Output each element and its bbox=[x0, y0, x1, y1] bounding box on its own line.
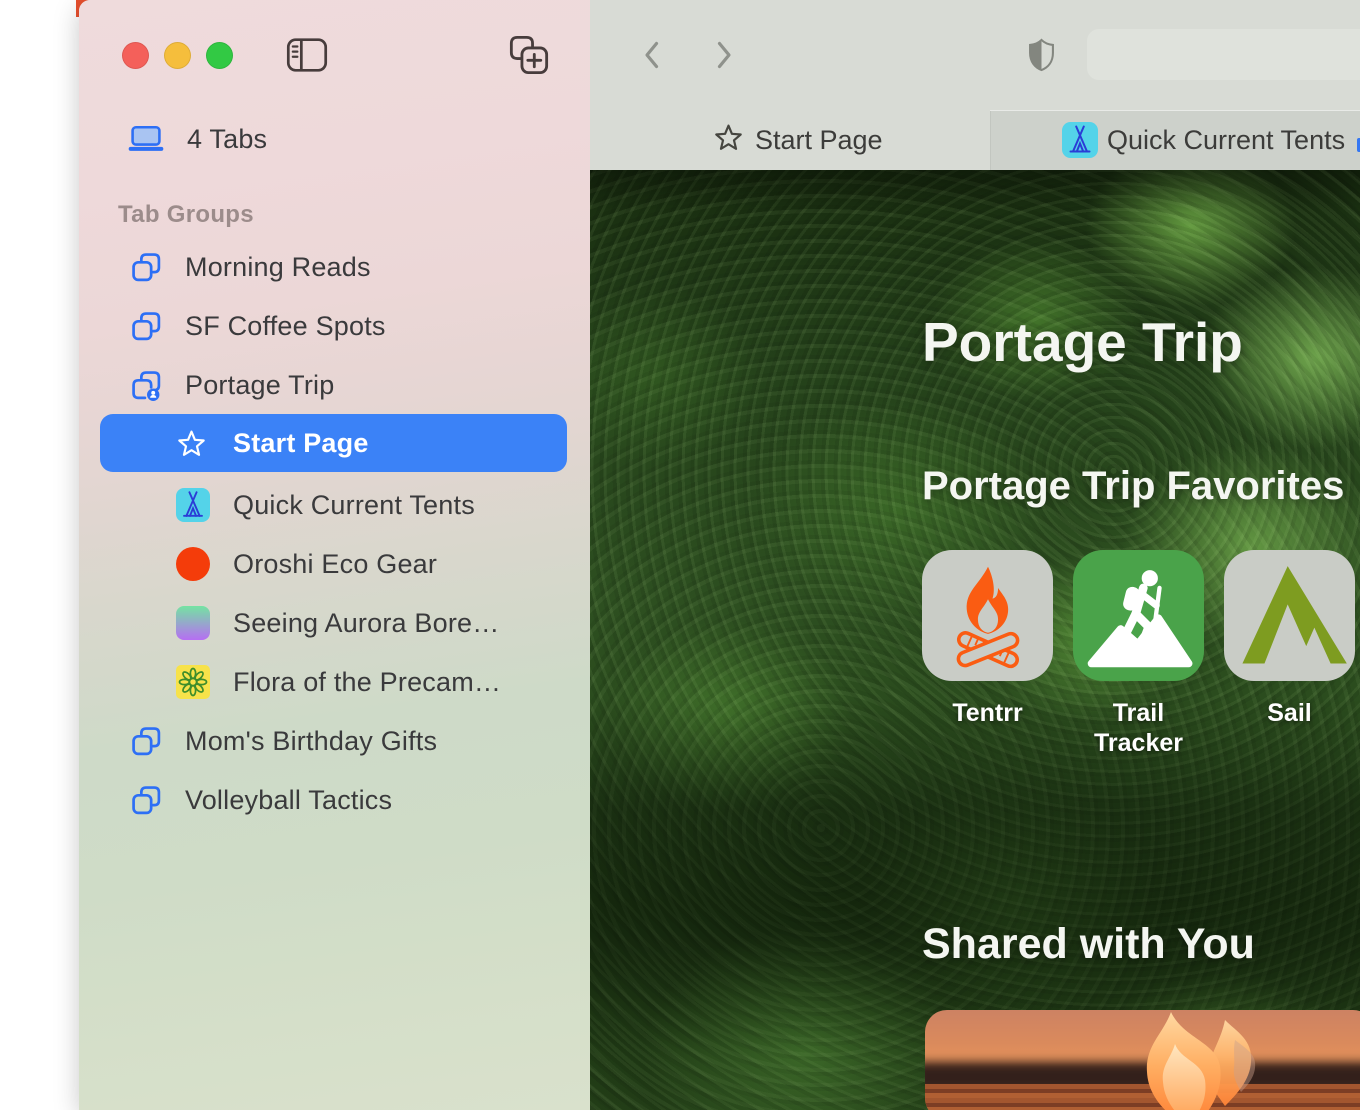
gradient-favicon bbox=[176, 606, 210, 640]
red-circle-favicon bbox=[176, 547, 210, 581]
flower-favicon bbox=[176, 665, 210, 699]
tab-bar: Start Page Quick Current Tents bbox=[590, 110, 1360, 170]
group-label: SF Coffee Spots bbox=[185, 311, 386, 342]
sidebar-item-morning-reads[interactable]: Morning Reads bbox=[79, 238, 590, 296]
tent-favicon bbox=[176, 488, 210, 522]
new-tab-group-button[interactable] bbox=[509, 35, 549, 75]
tab-start-page[interactable]: Start Page bbox=[590, 110, 990, 170]
forward-button[interactable] bbox=[709, 40, 739, 70]
sidebar-item-volleyball-tactics[interactable]: Volleyball Tactics bbox=[79, 771, 590, 829]
tent-favicon bbox=[1062, 122, 1098, 158]
back-button[interactable] bbox=[636, 40, 666, 70]
group-label: Portage Trip bbox=[185, 370, 334, 401]
chevron-right-icon bbox=[715, 40, 734, 70]
shared-tab-group-icon bbox=[131, 370, 162, 401]
start-page-content: Portage Trip Portage Trip Favorites Tent… bbox=[590, 170, 1360, 1110]
tab-label: Start Page bbox=[755, 125, 883, 156]
sidebar-item-quick-current-tents[interactable]: Quick Current Tents bbox=[79, 476, 590, 534]
favorite-tentrr[interactable] bbox=[922, 550, 1053, 681]
tab-label: Seeing Aurora Bore… bbox=[233, 608, 499, 639]
favorite-label-sail: Sail bbox=[1224, 698, 1355, 728]
toggle-sidebar-button[interactable] bbox=[286, 38, 328, 72]
tab-quick-current-tents[interactable]: Quick Current Tents bbox=[990, 110, 1360, 170]
hiker-icon bbox=[1085, 562, 1193, 670]
tab-group-icon bbox=[131, 785, 162, 816]
browser-main: Start Page Quick Current Tents Portage T… bbox=[590, 0, 1360, 1110]
group-label: Mom's Birthday Gifts bbox=[185, 726, 437, 757]
safari-window: 4 Tabs Tab Groups Morning Reads SF Coffe… bbox=[79, 0, 1360, 1110]
minimize-window-button[interactable] bbox=[164, 42, 191, 69]
group-label: Volleyball Tactics bbox=[185, 785, 392, 816]
address-bar[interactable] bbox=[1087, 29, 1360, 80]
close-window-button[interactable] bbox=[122, 42, 149, 69]
tab-groups-section-title: Tab Groups bbox=[118, 201, 254, 229]
star-icon bbox=[713, 122, 744, 153]
group-label: Morning Reads bbox=[185, 252, 371, 283]
favorite-label-trail-tracker: Trail Tracker bbox=[1073, 698, 1204, 758]
sidebar-item-moms-birthday-gifts[interactable]: Mom's Birthday Gifts bbox=[79, 712, 590, 770]
sidebar: 4 Tabs Tab Groups Morning Reads SF Coffe… bbox=[79, 0, 590, 1110]
toolbar bbox=[590, 0, 1360, 110]
star-icon bbox=[176, 428, 207, 459]
tab-label: Start Page bbox=[233, 428, 369, 459]
tab-group-icon bbox=[131, 726, 162, 757]
tab-group-icon bbox=[131, 252, 162, 283]
campfire-photo-flames bbox=[1075, 1010, 1285, 1110]
all-tabs-label: 4 Tabs bbox=[187, 124, 267, 155]
sidebar-item-flora-precambrian[interactable]: Flora of the Precam… bbox=[79, 653, 590, 711]
sidebar-item-oroshi-eco-gear[interactable]: Oroshi Eco Gear bbox=[79, 535, 590, 593]
sidebar-item-portage-trip[interactable]: Portage Trip bbox=[79, 356, 590, 414]
tent-mountain-icon bbox=[1232, 558, 1348, 674]
tab-label: Quick Current Tents bbox=[1107, 125, 1345, 156]
zoom-window-button[interactable] bbox=[206, 42, 233, 69]
shared-with-you-heading: Shared with You bbox=[922, 920, 1255, 969]
favorite-sail[interactable] bbox=[1224, 550, 1355, 681]
favorites-heading: Portage Trip Favorites bbox=[922, 464, 1360, 509]
sidebar-item-all-tabs[interactable]: 4 Tabs bbox=[79, 110, 590, 168]
sidebar-item-seeing-aurora[interactable]: Seeing Aurora Bore… bbox=[79, 594, 590, 652]
page-title: Portage Trip bbox=[922, 310, 1243, 374]
sidebar-toggle-icon bbox=[286, 38, 328, 72]
tab-label: Quick Current Tents bbox=[233, 490, 475, 521]
favorite-label-tentrr: Tentrr bbox=[922, 698, 1053, 728]
privacy-report-button[interactable] bbox=[1028, 38, 1055, 72]
favorite-trail-tracker[interactable] bbox=[1073, 550, 1204, 681]
chevron-left-icon bbox=[642, 40, 661, 70]
tab-label: Oroshi Eco Gear bbox=[233, 549, 437, 580]
laptop-icon bbox=[127, 125, 165, 153]
campfire-icon bbox=[932, 560, 1044, 672]
tab-label: Flora of the Precam… bbox=[233, 667, 501, 698]
shield-icon bbox=[1028, 38, 1055, 72]
sidebar-item-sf-coffee-spots[interactable]: SF Coffee Spots bbox=[79, 297, 590, 355]
sidebar-item-start-page-selected[interactable]: Start Page bbox=[100, 414, 567, 472]
add-tab-group-icon bbox=[509, 35, 549, 75]
shared-link-card[interactable] bbox=[925, 1010, 1360, 1110]
tab-group-icon bbox=[131, 311, 162, 342]
